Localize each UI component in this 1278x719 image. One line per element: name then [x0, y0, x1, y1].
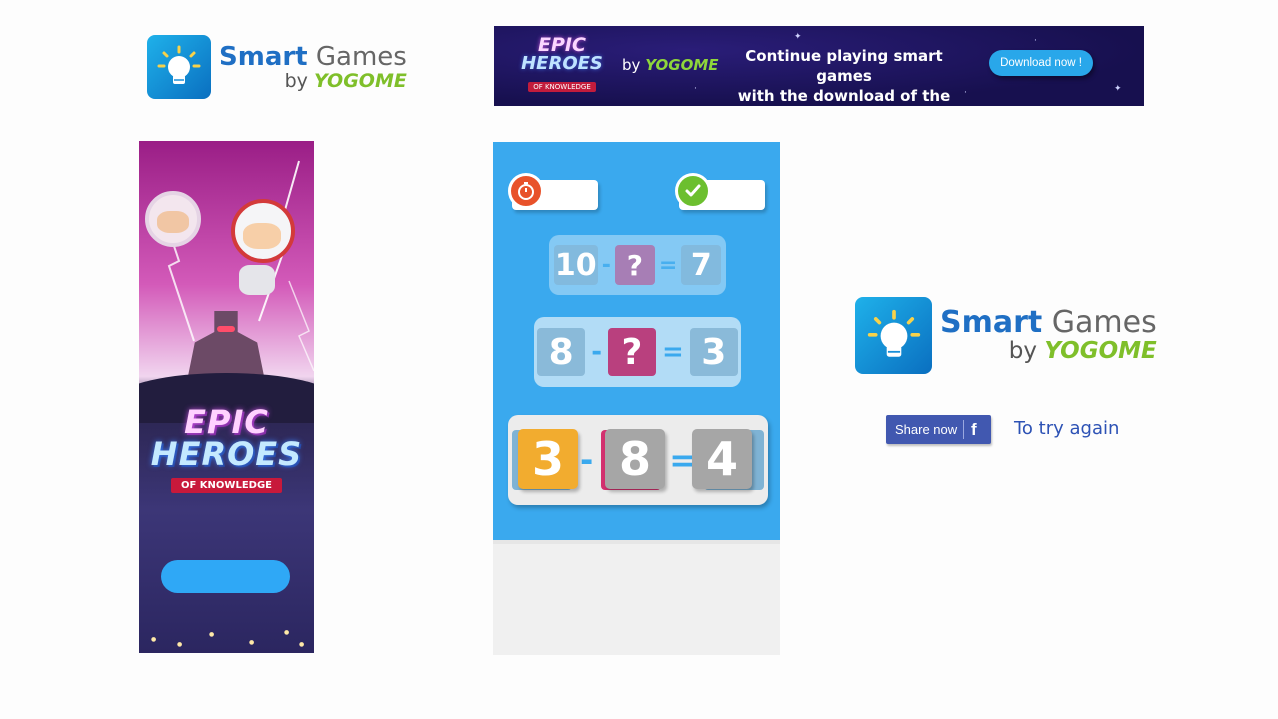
- equals-sign: =: [658, 252, 678, 278]
- brand-by: by: [1008, 338, 1038, 364]
- math-game-board: 10 - ? = 7 8 - ? = 3 5 - ? = 2: [493, 142, 780, 655]
- banner-by: by: [622, 56, 641, 74]
- brand-yogome: YOGOME: [1044, 338, 1157, 364]
- minus-sign: -: [591, 337, 602, 367]
- brand-games: Games: [1051, 305, 1157, 340]
- result-tile: 3: [689, 328, 738, 376]
- brand-yogome: YOGOME: [313, 69, 407, 92]
- star-icon: ·: [964, 88, 967, 98]
- share-label: Share now: [895, 422, 958, 437]
- operand-tile: 8: [537, 328, 586, 376]
- minus-sign: -: [579, 441, 594, 479]
- answer-option[interactable]: 8: [605, 429, 665, 489]
- answer-tray: [493, 540, 780, 655]
- lightbulb-icon: [855, 297, 932, 374]
- lightbulb-icon: [147, 35, 211, 99]
- sparkle-icon: ●: [177, 641, 183, 648]
- unknown-tile: ?: [608, 328, 656, 376]
- equation-row: 8 - ? = 3: [534, 317, 741, 387]
- brand-smart: Smart: [940, 305, 1043, 340]
- equals-sign: =: [662, 337, 684, 367]
- banner-text-2: with the download of the day: [737, 87, 951, 105]
- smart-games-logo: Smart Games by YOGOME: [855, 297, 1157, 374]
- unknown-tile: ?: [614, 245, 655, 285]
- smart-games-logo: Smart Games by YOGOME: [147, 35, 407, 99]
- banner-by-yogome: by YOGOME: [622, 56, 719, 74]
- answer-option[interactable]: 4: [692, 429, 752, 489]
- sparkle-icon: ●: [151, 636, 157, 643]
- banner-text-1: Continue playing smart games: [745, 47, 943, 85]
- sparkle-icon: ●: [249, 639, 255, 646]
- epic-heroes-ad[interactable]: EPIC HEROES OF KNOWLEDGE ● ● ● ● ● ●: [139, 141, 314, 653]
- ad-title-2: HEROES: [150, 435, 303, 473]
- brand-by: by: [284, 69, 308, 92]
- brand-games: Games: [315, 41, 407, 72]
- download-now-button[interactable]: Download now !: [989, 50, 1093, 76]
- timer-icon: [508, 173, 544, 209]
- operand-tile: 10: [553, 245, 598, 285]
- epic-heroes-title: EPIC HEROES OF KNOWLEDGE: [143, 403, 310, 493]
- share-facebook-button[interactable]: Share now f: [886, 415, 991, 444]
- sparkle-icon: ●: [284, 629, 290, 636]
- banner-message: Continue playing smart games with the do…: [726, 46, 962, 106]
- equation-row: 10 - ? = 7: [549, 235, 726, 295]
- sparkle-icon: ●: [209, 631, 215, 638]
- sparkle-icon: ●: [299, 641, 305, 648]
- download-banner[interactable]: ✦ ✦ · · · EPIC HEROES OF KNOWLEDGE by YO…: [494, 26, 1144, 106]
- answer-option[interactable]: 3: [518, 429, 578, 489]
- ad-play-button[interactable]: [161, 560, 290, 593]
- banner-yogome: YOGOME: [645, 56, 719, 74]
- check-icon: [675, 173, 711, 209]
- star-icon: ✦: [1114, 84, 1122, 94]
- star-icon: ·: [694, 84, 697, 94]
- hero-girl-face: [157, 211, 189, 233]
- minus-sign: -: [601, 252, 611, 278]
- banner-subtitle: OF KNOWLEDGE: [528, 82, 596, 92]
- star-icon: ·: [1034, 36, 1037, 46]
- try-again-link[interactable]: To try again: [1014, 418, 1119, 439]
- facebook-icon: f: [971, 419, 977, 439]
- hero-boy-body: [239, 265, 275, 295]
- epic-heroes-logo: EPIC HEROES OF KNOWLEDGE: [512, 34, 612, 96]
- brand-smart: Smart: [219, 41, 308, 72]
- ad-subtitle: OF KNOWLEDGE: [170, 478, 282, 493]
- tower-eye: [217, 326, 235, 332]
- hero-boy-face: [243, 223, 281, 249]
- star-icon: ✦: [794, 32, 802, 42]
- result-tile: 7: [681, 245, 722, 285]
- banner-title-2: HEROES: [521, 53, 603, 74]
